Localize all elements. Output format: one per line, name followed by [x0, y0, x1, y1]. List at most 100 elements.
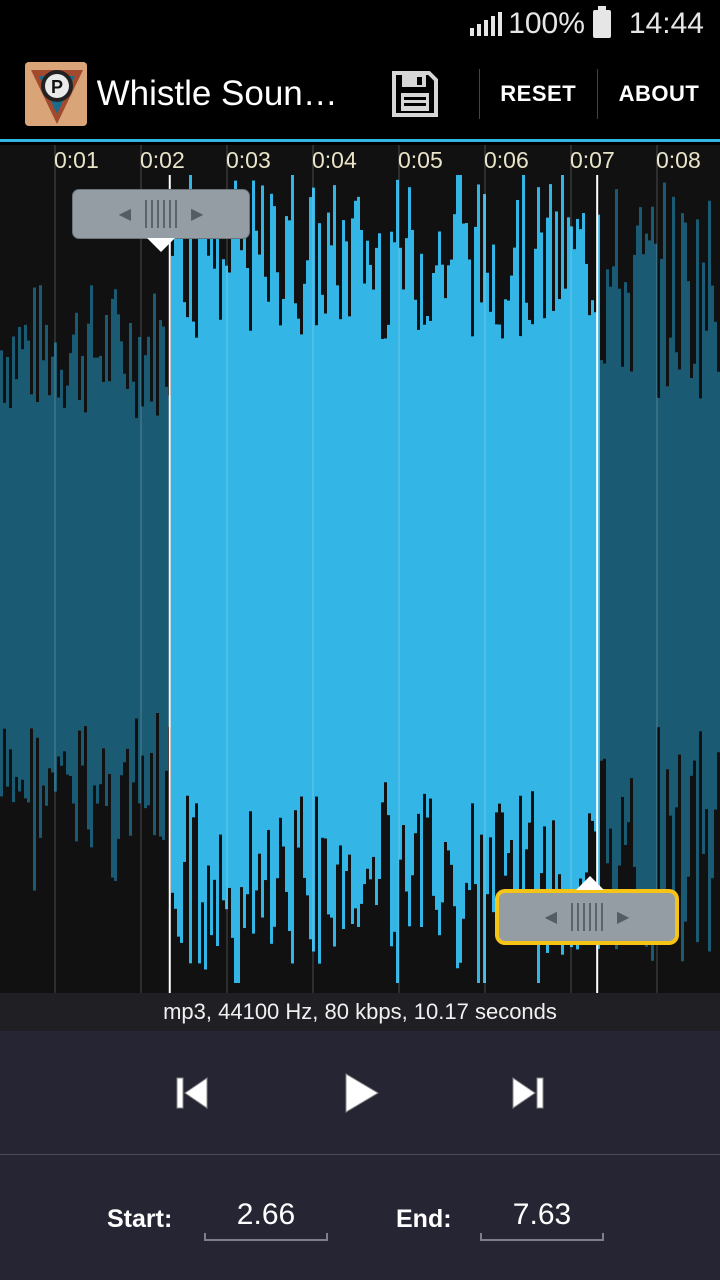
waveform-bar [327, 212, 330, 915]
waveform-bar [39, 285, 42, 838]
start-marker-handle[interactable]: ◀ ▶ [73, 190, 249, 252]
waveform-bar [231, 213, 234, 938]
waveform-bar [639, 207, 642, 927]
skip-previous-button[interactable] [160, 1061, 224, 1125]
waveform-bar [198, 220, 201, 964]
waveform-bar [99, 355, 102, 785]
waveform-bar [468, 259, 471, 891]
input-underline-edge [326, 1233, 328, 1241]
action-bar: P Whistle Soun… RESET ABOUT [0, 48, 720, 142]
grip-icon [145, 200, 177, 228]
waveform-bar [363, 283, 366, 885]
waveform-bar [126, 388, 129, 749]
waveform-bar [504, 299, 507, 876]
waveform-bar [87, 323, 90, 830]
waveform-bar [27, 340, 30, 803]
waveform-bar [690, 378, 693, 776]
waveform-bar [210, 220, 213, 936]
waveform-bar [672, 196, 675, 913]
waveform-bar [279, 325, 282, 818]
waveform-view[interactable]: 0:010:020:030:040:050:060:070:080:09 ◀ ▶… [0, 145, 720, 993]
waveform-bar [636, 225, 639, 940]
waveform-bar [156, 415, 159, 713]
skip-next-button[interactable] [496, 1061, 560, 1125]
app-logo-icon[interactable]: P [25, 61, 87, 126]
waveform-bar [105, 314, 108, 806]
waveform-bar [48, 395, 51, 769]
waveform-bar [36, 402, 39, 738]
waveform-bar [681, 213, 684, 962]
waveform-bar [351, 218, 354, 924]
waveform-bar [294, 303, 297, 811]
waveform-bar [345, 241, 348, 871]
waveform-bar [30, 394, 33, 729]
reset-button[interactable]: RESET [480, 47, 597, 141]
waveform-bar [618, 288, 621, 866]
waveform-bar [273, 206, 276, 927]
waveform-bar [213, 268, 216, 880]
waveform-bar [132, 381, 135, 783]
floppy-disk-icon [392, 70, 439, 117]
timeline-tick-label: 0:01 [54, 147, 99, 173]
timeline-tick-label: 0:07 [570, 147, 615, 173]
start-input[interactable] [204, 1191, 328, 1241]
waveform-bar [459, 175, 462, 963]
waveform-bar [117, 314, 120, 839]
waveform-bar [303, 283, 306, 878]
waveform-bar [174, 206, 177, 909]
waveform-bar [588, 315, 591, 814]
waveform-bar [576, 218, 579, 950]
waveform-bar [408, 187, 411, 927]
waveform-bar [270, 193, 273, 944]
waveform-bar [276, 272, 279, 879]
waveform-bar [222, 259, 225, 901]
waveform-bar [33, 287, 36, 891]
about-button[interactable]: ABOUT [598, 47, 720, 141]
waveform-bar [120, 341, 123, 776]
waveform-bar [465, 223, 468, 883]
waveform-bar [21, 349, 24, 780]
app-title: Whistle Soun… [96, 73, 338, 113]
waveform-bar [591, 300, 594, 821]
waveform-bar [675, 352, 678, 808]
waveform-bar [417, 329, 420, 814]
waveform-bar [72, 334, 75, 804]
waveform-bar [705, 330, 708, 810]
chevron-right-icon: ▶ [617, 909, 630, 926]
waveform-bar [285, 216, 288, 892]
timeline-tick-label: 0:06 [484, 147, 529, 173]
waveform-bar [84, 412, 87, 727]
play-button[interactable] [328, 1061, 392, 1125]
end-input[interactable] [480, 1191, 604, 1241]
waveform-bar [600, 360, 603, 761]
save-button[interactable] [377, 47, 454, 141]
skip-previous-icon [176, 1076, 208, 1109]
waveform-bar [45, 324, 48, 806]
waveform-bar [393, 242, 396, 932]
waveform-bar [291, 175, 294, 964]
waveform-bar [444, 298, 447, 843]
waveform-bar [354, 200, 357, 909]
waveform-bar [531, 324, 534, 792]
end-marker-handle[interactable]: ◀ ▶ [499, 876, 675, 941]
waveform-bar [258, 254, 261, 854]
waveform-bar [42, 360, 45, 786]
waveform-bar [564, 288, 567, 891]
waveform-bar [81, 355, 84, 766]
waveform-bar [372, 289, 375, 857]
waveform-bar [666, 386, 669, 770]
waveform-bar [63, 407, 66, 752]
waveform-bar [429, 320, 432, 799]
waveform-bar [447, 265, 450, 851]
waveform-bar [414, 299, 417, 834]
waveform-bar [111, 298, 114, 878]
waveform-bar [510, 275, 513, 840]
waveform-bar [318, 223, 321, 964]
waveform-bar [324, 313, 327, 839]
waveform-bar [537, 187, 540, 983]
waveform-bar [165, 386, 168, 771]
waveform-bar [135, 418, 138, 719]
waveform-bar [528, 319, 531, 823]
waveform-bar [627, 292, 630, 823]
waveform-bar [153, 293, 156, 836]
